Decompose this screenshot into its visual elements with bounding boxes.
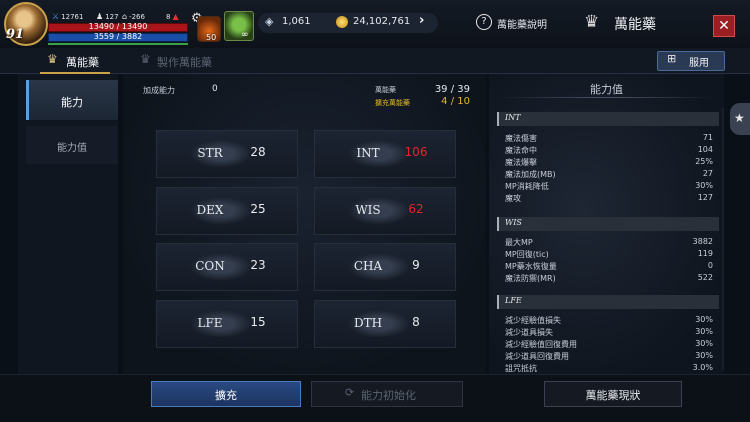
tab-row — [0, 48, 750, 74]
use-button-label[interactable]: 服用 — [689, 54, 709, 69]
refresh-icon: ⟳ — [345, 386, 355, 399]
gold-coin-icon — [336, 16, 348, 28]
stat-row-value: 0 — [707, 261, 713, 270]
stat-row-value: 3882 — [692, 237, 713, 246]
reset-ability-button-label[interactable]: 能力初始化 — [361, 387, 416, 403]
stat-row-value: 25% — [695, 157, 713, 166]
stat-card-int[interactable]: INT 106 — [314, 130, 456, 178]
title-divider — [500, 97, 715, 98]
stat-row-value: 30% — [695, 181, 713, 190]
stat-row-label: MP回復(tic) — [505, 250, 549, 259]
stat-row-value: 127 — [697, 193, 713, 202]
stat-row-value: 71 — [702, 133, 713, 142]
exp-bar — [48, 43, 188, 45]
gem-icon: ◈ — [265, 15, 274, 28]
expansion-label: 擴充萬能藥 — [375, 99, 410, 107]
scrollbar[interactable] — [722, 108, 724, 370]
stat-card-dth[interactable]: DTH 8 — [314, 300, 456, 348]
crown-icon: ♛ — [584, 12, 600, 32]
stat-row-value: 30% — [695, 351, 713, 360]
bonus-ability-label: 加成能力 — [143, 86, 175, 95]
stat-row-value: 119 — [697, 249, 713, 258]
page-title: 萬能藥 — [614, 17, 656, 33]
stat-row-value: 30% — [695, 315, 713, 324]
mini-stat-4: 8 ▲ — [166, 12, 179, 21]
potion-status-button-label[interactable]: 萬能藥現狀 — [544, 387, 682, 403]
stat-row-label: 最大MP — [505, 238, 533, 247]
mini-stat-1: ⚔ 12761 — [52, 12, 84, 21]
section-header-wis: WIS — [497, 217, 719, 231]
help-icon[interactable]: ? — [476, 14, 492, 30]
stat-card-lfe[interactable]: LFE 15 — [156, 300, 298, 348]
stat-row-label: 魔攻 — [505, 194, 521, 203]
stats-panel-title: 能力值 — [590, 83, 623, 96]
potion-count-label: 萬能藥 — [375, 86, 396, 94]
stat-card-str[interactable]: STR 28 — [156, 130, 298, 178]
star-icon[interactable]: ★ — [734, 111, 745, 125]
consume-icon: ⊞ — [667, 52, 677, 65]
gem-value: 1,061 — [282, 16, 311, 27]
chevron-right-icon[interactable]: › — [419, 13, 424, 28]
character-level: 91 — [6, 27, 25, 42]
stat-row-label: 魔法命中 — [505, 146, 537, 155]
tab-craft-potion[interactable]: 製作萬能藥 — [157, 54, 212, 70]
stat-row-label: 減少道具損失 — [505, 328, 553, 337]
sword-icon: ⚔ — [52, 12, 60, 21]
stat-card-con[interactable]: CON 23 — [156, 243, 298, 291]
stat-card-dex[interactable]: DEX 25 — [156, 187, 298, 235]
expansion-value: 4 / 10 — [441, 96, 470, 107]
stat-row-label: 魔法傷害 — [505, 134, 537, 143]
menu-item-stats-label[interactable]: 能力值 — [26, 139, 118, 154]
stat-row-label: 魔法防禦(MR) — [505, 274, 556, 283]
person-icon: ♟ — [96, 12, 104, 21]
stat-row-label: 詛咒抵抗 — [505, 364, 537, 373]
stat-row-label: MP藥水恢復量 — [505, 262, 557, 271]
hp-value: 13490 / 13490 — [88, 22, 148, 31]
leaf-buff-icon[interactable] — [224, 11, 254, 41]
crown-icon: ♛ — [140, 52, 151, 66]
stat-row-value: 27 — [702, 169, 713, 178]
mp-value: 3559 / 3882 — [93, 32, 143, 41]
stat-row-value: 30% — [695, 339, 713, 348]
bonus-ability-value: 0 — [212, 84, 218, 94]
section-header-int: INT — [497, 112, 719, 126]
stat-row-value: 3.0% — [692, 363, 713, 372]
stat-row-value: 104 — [697, 145, 713, 154]
gold-value: 24,102,761 — [353, 16, 411, 27]
expand-button-label[interactable]: 擴充 — [151, 387, 301, 403]
stat-card-cha[interactable]: CHA 9 — [314, 243, 456, 291]
tab-potion[interactable]: 萬能藥 — [66, 54, 99, 70]
mini-stat-2: ♟ 127 — [96, 12, 119, 21]
mini-stat-3: ⌂ -266 — [122, 12, 145, 21]
stat-card-wis[interactable]: WIS 62 — [314, 187, 456, 235]
stat-row-label: 魔法加成(MB) — [505, 170, 556, 179]
house-icon: ⌂ — [122, 12, 128, 21]
menu-item-ability-label[interactable]: 能力 — [26, 94, 118, 110]
stat-row-value: 30% — [695, 327, 713, 336]
flame-icon: ▲ — [172, 12, 179, 21]
potion-count-value: 39 / 39 — [434, 84, 470, 95]
stat-row-label: MP消耗降低 — [505, 182, 549, 191]
stat-row-label: 減少道具回復費用 — [505, 352, 569, 361]
stat-row-label: 減少經驗值損失 — [505, 316, 561, 325]
section-header-lfe: LFE — [497, 295, 719, 309]
crown-icon: ♛ — [47, 52, 58, 66]
potion-count: 50 — [206, 33, 217, 42]
stat-row-label: 減少經驗值回復費用 — [505, 340, 577, 349]
help-link[interactable]: 萬能藥說明 — [497, 16, 547, 31]
close-button[interactable]: ✕ — [713, 15, 735, 37]
stat-row-label: 魔法爆擊 — [505, 158, 537, 167]
stat-row-value: 522 — [697, 273, 713, 282]
leaf-buff-count: ∞ — [241, 30, 249, 40]
